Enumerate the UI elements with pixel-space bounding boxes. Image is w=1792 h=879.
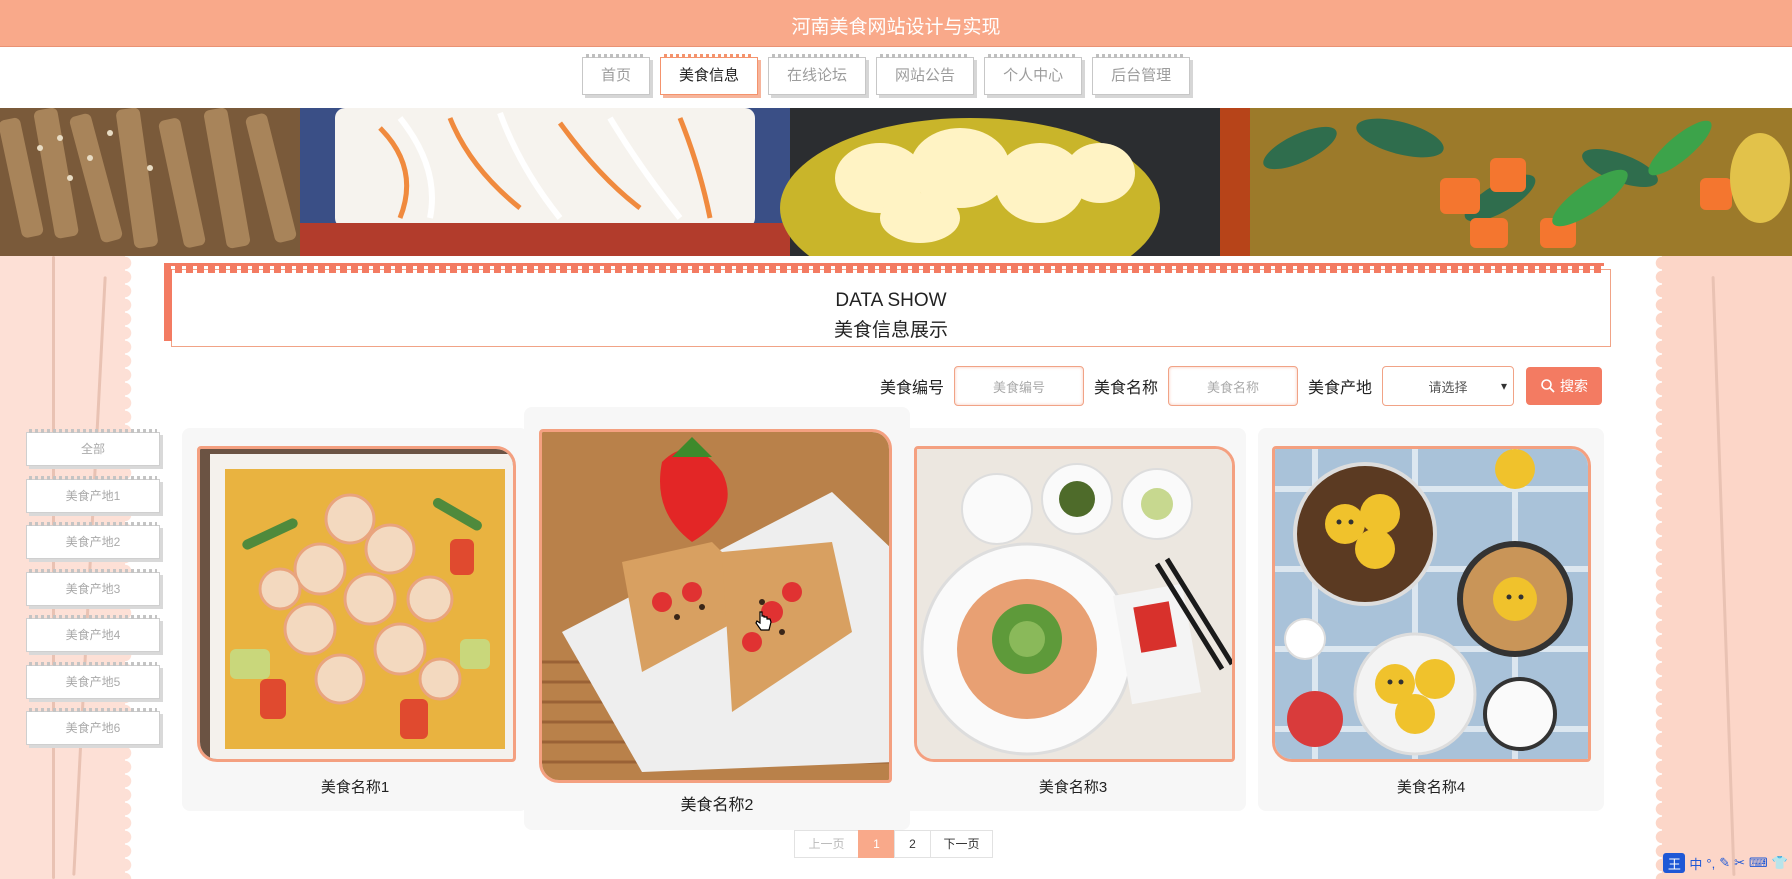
food-name-1[interactable]: 美食名称1 <box>182 776 528 797</box>
food-id-label: 美食编号 <box>879 380 944 397</box>
food-image-4[interactable] <box>1272 446 1591 762</box>
category-origin-3[interactable]: 美食产地3 <box>26 568 160 606</box>
nav-home[interactable]: 首页 <box>582 54 651 95</box>
prev-page-button[interactable]: 上一页 <box>794 830 859 858</box>
banner-food-photo <box>0 108 1792 256</box>
food-origin-select-value: 请选择 <box>1428 379 1468 395</box>
ime-scissors-icon[interactable]: ✂ <box>1734 855 1745 871</box>
banner-image <box>0 108 1792 256</box>
search-button-label: 搜索 <box>1560 378 1588 394</box>
right-decoration <box>1655 256 1792 879</box>
ime-keyboard-icon[interactable]: ⌨ <box>1749 855 1768 871</box>
food-card-4[interactable]: 美食名称4 <box>1258 428 1604 811</box>
chevron-down-icon: ▾ <box>1500 379 1507 393</box>
category-sidebar: 全部 美食产地1 美食产地2 美食产地3 美食产地4 美食产地5 美食产地6 <box>26 429 162 758</box>
food-name-2[interactable]: 美食名称2 <box>524 791 910 815</box>
section-title-box: DATA SHOW 美食信息展示 <box>164 263 1611 347</box>
site-title: 河南美食网站设计与实现 <box>791 17 1001 38</box>
food-image-1[interactable] <box>197 446 516 762</box>
category-origin-5[interactable]: 美食产地5 <box>26 661 160 699</box>
category-origin-1[interactable]: 美食产地1 <box>26 475 160 513</box>
ime-skin-icon[interactable]: 👕 <box>1772 855 1788 871</box>
ime-logo-icon[interactable]: 王 <box>1663 853 1686 873</box>
ime-pen-icon[interactable]: ✎ <box>1719 855 1730 871</box>
page-1-button[interactable]: 1 <box>858 830 895 858</box>
next-page-button[interactable]: 下一页 <box>930 830 993 858</box>
category-origin-2[interactable]: 美食产地2 <box>26 522 160 559</box>
food-name-3[interactable]: 美食名称3 <box>900 776 1246 797</box>
search-bar: 美食编号 美食编号 美食名称 美食名称 美食产地 请选择 ▾ 搜索 <box>880 366 1602 406</box>
nav-admin[interactable]: 后台管理 <box>1092 54 1191 95</box>
food-name-4[interactable]: 美食名称4 <box>1258 776 1604 797</box>
nav-forum[interactable]: 在线论坛 <box>768 54 867 95</box>
section-title-cn: 美食信息展示 <box>833 320 948 341</box>
category-all[interactable]: 全部 <box>26 429 160 466</box>
search-icon <box>1541 379 1555 393</box>
food-image-2[interactable] <box>539 429 892 783</box>
nav-announcements[interactable]: 网站公告 <box>876 54 975 95</box>
food-image-3[interactable] <box>914 446 1235 762</box>
nav-personal-center[interactable]: 个人中心 <box>984 54 1083 95</box>
ime-toolbar: 王 中 °, ✎ ✂ ⌨ 👕 <box>1663 853 1792 873</box>
ime-punctuation-icon[interactable]: °, <box>1706 856 1715 871</box>
nav-food-info[interactable]: 美食信息 <box>660 54 759 95</box>
pagination: 上一页 1 2 下一页 <box>794 830 993 858</box>
food-id-input[interactable]: 美食编号 <box>953 366 1084 406</box>
category-origin-4[interactable]: 美食产地4 <box>26 615 160 652</box>
food-name-input[interactable]: 美食名称 <box>1167 366 1298 406</box>
page-2-button[interactable]: 2 <box>894 830 931 858</box>
food-card-2[interactable]: 美食名称2 <box>524 407 910 830</box>
food-origin-label: 美食产地 <box>1307 380 1372 397</box>
section-title-en: DATA SHOW <box>835 290 947 311</box>
food-origin-select[interactable]: 请选择 ▾ <box>1382 366 1514 406</box>
food-name-label: 美食名称 <box>1093 380 1158 397</box>
search-button[interactable]: 搜索 <box>1526 367 1602 405</box>
food-card-1[interactable]: 美食名称1 <box>182 428 528 811</box>
site-header: 河南美食网站设计与实现 <box>0 0 1792 47</box>
ime-mode[interactable]: 中 <box>1689 854 1702 873</box>
main-nav: 首页 美食信息 在线论坛 网站公告 个人中心 后台管理 <box>582 54 1191 97</box>
hand-cursor-icon <box>755 611 772 631</box>
category-origin-6[interactable]: 美食产地6 <box>26 708 160 745</box>
food-card-3[interactable]: 美食名称3 <box>900 428 1246 811</box>
